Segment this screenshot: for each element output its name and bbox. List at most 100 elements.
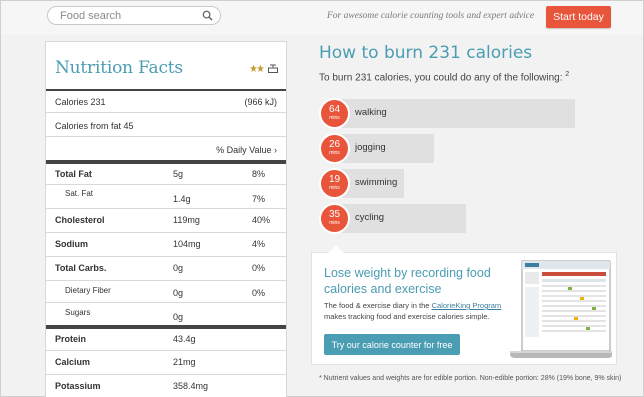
top-bar: For awesome calorie counting tools and e… [1,1,643,35]
promo-box: Lose weight by recording food calories a… [311,245,617,365]
try-calorie-counter-button[interactable]: Try our calorie counter for free [324,334,460,355]
minutes-badge: 26 mins [319,133,350,164]
promo-text: The food & exercise diary in the Calorie… [324,300,519,322]
nutrient-row: Potassium 358.4mg [55,381,277,393]
minutes-value: 26 [328,139,341,150]
calories-kj: (966 kJ) [244,97,277,107]
nutrient-name: Total Fat [55,169,92,179]
activity-swimming: 19 mins swimming [319,168,405,199]
nutrient-row: Dietary Fiber 0g 0% [55,286,277,298]
footnote: * Nutrient values and weights are for ed… [319,375,622,382]
thick-rule [46,160,286,164]
minutes-badge: 19 mins [319,168,350,199]
daily-value-row: % Daily Value › [55,145,277,157]
thick-rule [46,325,286,329]
nutrient-amount: 0g [173,312,184,322]
promo-notch [328,245,344,253]
calories-label: Calories 231 [55,97,106,107]
nutrient-name: Sugars [65,308,91,317]
nutrient-amount: 21mg [173,357,196,367]
divider [46,208,286,209]
minutes-unit: mins [329,220,340,226]
divider [46,256,286,257]
activity-bar [333,204,466,233]
activity-label: walking [355,107,387,118]
nutrient-amount: 0g [173,263,184,273]
activity-label: jogging [355,142,386,153]
divider [46,184,286,185]
minutes-badge: 35 mins [319,203,350,234]
divider [46,302,286,303]
nutrition-icons [250,64,278,73]
burn-title: How to burn 231 calories [319,43,533,63]
nutrient-pct: 4% [252,239,266,249]
nutrient-row: Sugars 0g [55,308,277,322]
nutrient-name: Potassium [55,381,101,391]
food-search-input[interactable] [60,9,200,23]
calories-fat-label: Calories from fat 45 [55,121,134,131]
nutrient-pct: 40% [252,215,271,225]
nutrient-amount: 43.4g [173,334,196,344]
nutrient-name: Dietary Fiber [65,286,111,295]
activity-walking: 64 mins walking [319,98,575,129]
nutrient-amount: 104mg [173,239,201,249]
activity-cycling: 35 mins cycling [319,203,467,234]
minutes-unit: mins [329,115,340,121]
nutrient-row: Total Carbs. 0g 0% [55,263,277,275]
nutrient-amount: 0g [173,288,184,298]
nutrient-row: Protein 43.4g [55,334,277,346]
minutes-unit: mins [329,185,340,191]
header-rule [46,89,286,91]
minutes-value: 35 [328,209,341,220]
divider [46,280,286,281]
activity-label: swimming [355,177,398,188]
nutrient-name: Sodium [55,239,88,249]
divider [46,136,286,137]
nutrient-name: Total Carbs. [55,263,107,273]
burn-subtitle-text: To burn 231 calories, you could do any o… [319,72,563,84]
nutrient-pct: 0% [252,263,266,273]
nutrient-pct: 7% [252,194,266,204]
minutes-badge: 64 mins [319,98,350,129]
divider [46,232,286,233]
nutrient-name: Calcium [55,357,91,367]
activity-jogging: 26 mins jogging [319,133,435,164]
minutes-value: 64 [328,104,341,115]
nutrition-facts-title: Nutrition Facts [55,58,183,78]
laptop-screenshot-image [510,260,612,358]
calories-fat-row: Calories from fat 45 [55,121,277,131]
nutrient-amount: 119mg [173,215,200,225]
divider [46,374,286,375]
nutrition-facts-panel: Nutrition Facts Calories 231 (966 kJ) Ca… [45,41,287,397]
nutrient-name: Protein [55,334,87,344]
calorieking-program-link[interactable]: CalorieKing Program [432,301,502,310]
minutes-unit: mins [329,150,340,156]
activity-label: cycling [355,212,385,223]
footnote-ref[interactable]: 2 [565,71,569,78]
nutrient-row: Cholesterol 119mg 40% [55,215,277,227]
rating-stars-icon[interactable] [250,64,264,73]
nutrient-name: Cholesterol [55,215,105,225]
scale-icon[interactable] [268,64,278,73]
food-search[interactable] [47,6,221,25]
start-today-button[interactable]: Start today [546,6,611,28]
tagline: For awesome calorie counting tools and e… [327,11,535,21]
divider [46,350,286,351]
nutrient-name: Sat. Fat [65,189,94,198]
burn-subtitle: To burn 231 calories, you could do any o… [319,71,569,83]
nutrient-amount: 5g [173,169,184,179]
nutrient-row: Sat. Fat 1.4g 7% [55,189,277,204]
nutrient-row: Total Fat 5g 8% [55,169,277,181]
nutrient-pct: 0% [252,288,266,298]
nutrient-amount: 1.4g [173,194,191,204]
promo-text-after: makes tracking food and exercise calorie… [324,312,490,321]
divider [46,112,286,113]
promo-text-before: The food & exercise diary in the [324,301,432,310]
daily-value-link[interactable]: % Daily Value › [216,145,277,155]
nutrient-amount: 358.4mg [173,381,209,391]
nutrient-row: Sodium 104mg 4% [55,239,277,251]
minutes-value: 19 [328,174,341,185]
nutrient-row: Calcium 21mg [55,357,277,369]
search-icon[interactable] [202,10,213,21]
promo-title: Lose weight by recording food calories a… [324,266,491,296]
